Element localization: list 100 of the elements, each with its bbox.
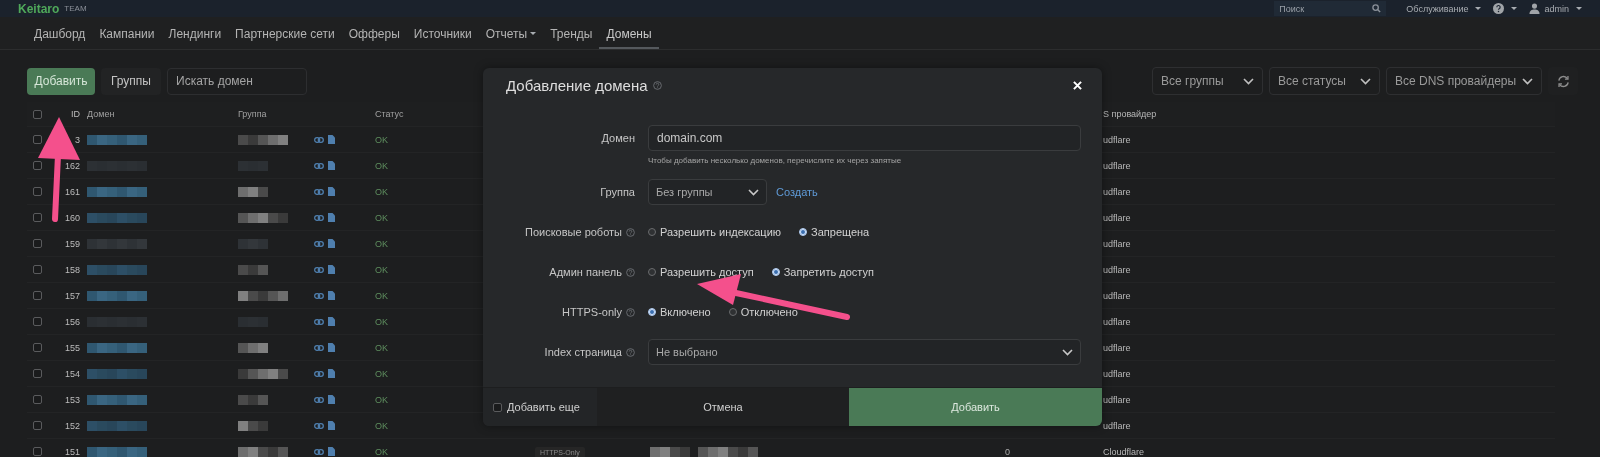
radio-option[interactable]: Включено — [648, 306, 711, 318]
radio-option[interactable]: Отключено — [728, 306, 798, 318]
radio-option[interactable]: Разрешить индексацию — [648, 226, 782, 238]
radio-option[interactable]: Запретить доступ — [771, 266, 874, 278]
radio-button[interactable] — [728, 308, 737, 316]
table-cell-text: udflare — [1103, 342, 1132, 353]
table-cell-text: udflare — [1103, 290, 1132, 301]
pixelated-text — [698, 446, 758, 457]
checkbox[interactable] — [32, 135, 42, 144]
nav-tab[interactable]: Тренды — [543, 17, 600, 49]
select-field[interactable]: Не выбрано — [648, 339, 1081, 365]
link-icon[interactable] — [314, 136, 324, 143]
link-icon[interactable] — [314, 240, 324, 247]
nav-tab[interactable]: Кампании — [92, 17, 162, 49]
link-icon[interactable] — [314, 448, 324, 455]
checkbox[interactable] — [32, 291, 42, 300]
cancel-button[interactable]: Отмена — [597, 388, 849, 426]
checkbox[interactable] — [32, 317, 42, 326]
nav-tab[interactable]: Отчеты — [478, 17, 544, 49]
select-field[interactable]: Без группы — [648, 179, 767, 205]
help-icon[interactable] — [626, 347, 635, 357]
user-icon — [1529, 3, 1541, 14]
checkbox[interactable] — [32, 421, 42, 430]
file-icon[interactable] — [328, 447, 335, 456]
table-cell-text: udflare — [1103, 368, 1132, 379]
checkbox[interactable] — [32, 265, 42, 274]
help-icon[interactable] — [626, 307, 635, 317]
checkbox[interactable] — [32, 213, 42, 222]
column-header[interactable]: Домен — [80, 109, 238, 119]
help-icon[interactable] — [626, 267, 635, 277]
search-field[interactable]: Поиск — [1274, 1, 1387, 16]
search-field[interactable]: Искать домен — [167, 67, 307, 95]
file-icon[interactable] — [328, 343, 335, 352]
column-header[interactable]: S провайдер — [1103, 109, 1555, 119]
file-icon[interactable] — [328, 265, 335, 274]
user-menu-button[interactable]: admin — [1529, 3, 1582, 14]
nav-tab[interactable]: Источники — [406, 17, 479, 49]
file-icon[interactable] — [328, 291, 335, 300]
file-icon[interactable] — [328, 161, 335, 170]
groups-button[interactable]: Группы — [101, 67, 161, 95]
submit-button[interactable]: Добавить — [849, 388, 1102, 426]
link-icon[interactable] — [314, 162, 324, 169]
logo[interactable]: Keitaro — [18, 1, 60, 16]
radio-button[interactable] — [648, 268, 656, 276]
file-icon[interactable] — [328, 187, 335, 196]
nav-tab[interactable]: Домены — [599, 17, 659, 49]
link-icon[interactable] — [314, 396, 324, 403]
file-icon[interactable] — [328, 135, 335, 144]
checkbox[interactable] — [32, 239, 42, 248]
nav-tab[interactable]: Дашборд — [27, 17, 93, 49]
column-header[interactable]: Группа — [238, 109, 314, 119]
checkbox[interactable] — [32, 109, 42, 119]
link-icon[interactable] — [314, 422, 324, 429]
filter-dropdown[interactable]: Все DNS провайдеры — [1386, 67, 1542, 95]
file-icon[interactable] — [328, 213, 335, 222]
radio-option[interactable]: Разрешить доступ — [648, 266, 754, 278]
link-icon[interactable] — [314, 292, 324, 299]
status-text: OK — [375, 238, 389, 249]
help-icon[interactable] — [626, 227, 635, 237]
domain-input[interactable]: domain.com — [648, 125, 1081, 151]
add-more-option[interactable]: Добавить еще — [483, 388, 597, 426]
file-icon[interactable] — [328, 395, 335, 404]
status-text: OK — [375, 420, 389, 431]
close-icon[interactable] — [1073, 80, 1082, 90]
radio-button[interactable] — [648, 228, 656, 236]
help-menu-button[interactable] — [1493, 3, 1518, 14]
link-icon[interactable] — [314, 266, 324, 273]
file-icon[interactable] — [328, 369, 335, 378]
nav-tab[interactable]: Лендинги — [161, 17, 229, 49]
add-button[interactable]: Добавить — [27, 67, 95, 95]
checkbox[interactable] — [32, 395, 42, 404]
file-icon[interactable] — [328, 317, 335, 326]
table-cell-text: udflare — [1103, 134, 1132, 145]
checkbox[interactable] — [32, 187, 42, 196]
table-cell-text: udflare — [1103, 238, 1132, 249]
link-icon[interactable] — [314, 318, 324, 325]
table-cell-text: udflare — [1103, 420, 1132, 431]
chevron-icon — [1360, 77, 1371, 85]
link-icon[interactable] — [314, 214, 324, 221]
status-text: OK — [375, 368, 389, 379]
link-icon[interactable] — [314, 370, 324, 377]
checkbox[interactable] — [493, 402, 502, 412]
nav-tab[interactable]: Офферы — [341, 17, 407, 49]
create-link[interactable]: Создать — [776, 186, 818, 198]
column-header[interactable]: ID — [47, 109, 80, 119]
radio-option[interactable]: Запрещена — [799, 226, 870, 238]
checkbox[interactable] — [32, 447, 42, 456]
file-icon[interactable] — [328, 421, 335, 430]
link-icon[interactable] — [314, 188, 324, 195]
link-icon[interactable] — [314, 344, 324, 351]
checkbox[interactable] — [32, 343, 42, 352]
field-label: HTTPS-only — [562, 306, 622, 318]
file-icon[interactable] — [328, 239, 335, 248]
menu-button[interactable]: Обслуживание — [1406, 3, 1482, 14]
filter-dropdown[interactable]: Все статусы — [1269, 67, 1380, 95]
checkbox[interactable] — [32, 161, 42, 170]
filter-dropdown[interactable]: Все группы — [1152, 67, 1263, 95]
nav-tab[interactable]: Партнерские сети — [228, 17, 342, 49]
help-icon[interactable] — [652, 80, 662, 90]
checkbox[interactable] — [32, 369, 42, 378]
